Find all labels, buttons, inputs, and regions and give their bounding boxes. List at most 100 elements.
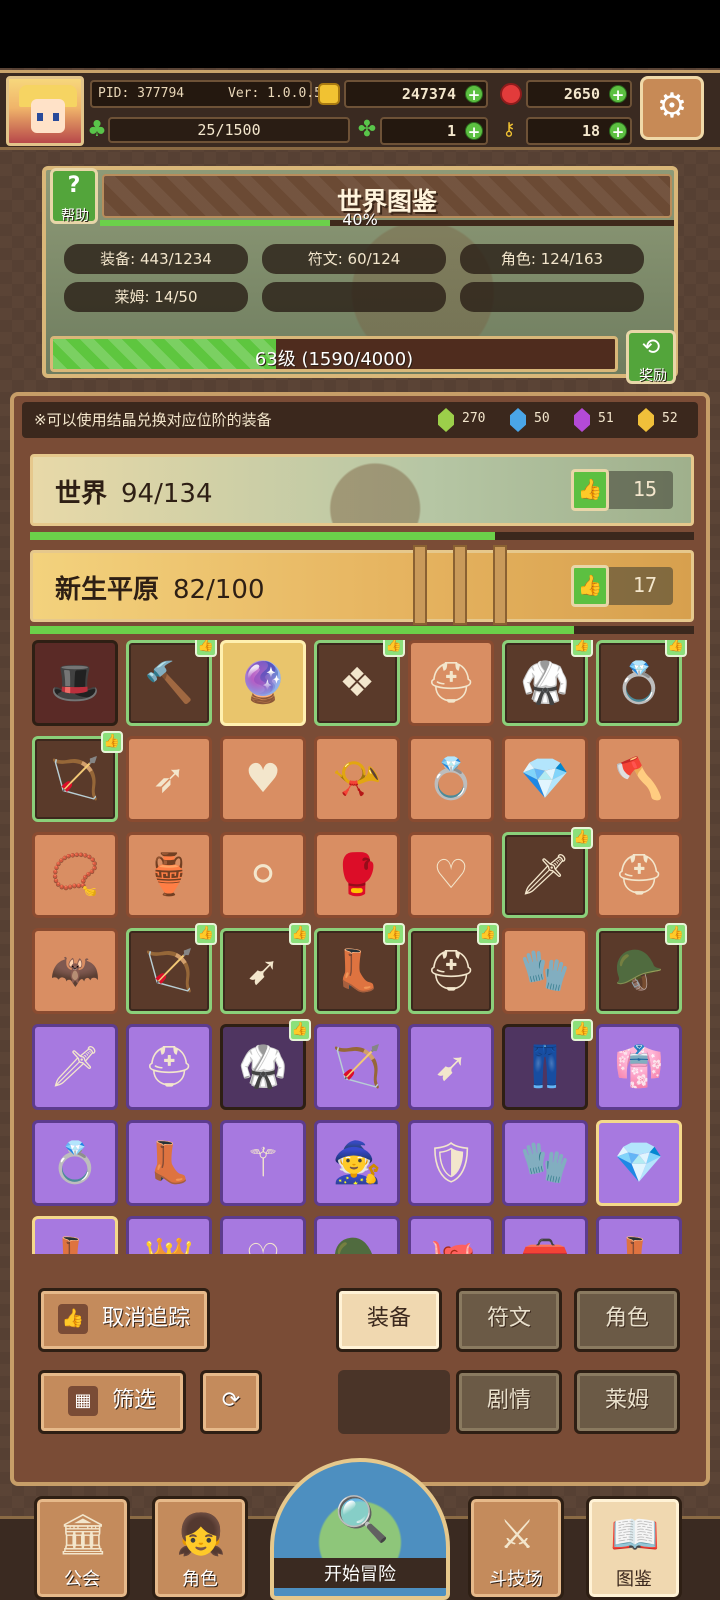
guild-hall-icon: 🏛 bbox=[57, 1512, 109, 1558]
equipment-slot[interactable]: 👘 bbox=[596, 1024, 682, 1110]
equipment-slot[interactable]: 💎 bbox=[596, 1120, 682, 1206]
stat-lime: 莱姆: 14/50 bbox=[64, 282, 248, 312]
equipment-slot[interactable]: ⛑ 👍 bbox=[408, 923, 499, 1014]
equipment-slot[interactable]: 🥋 👍 bbox=[220, 1019, 311, 1110]
region-plain-progress-fill bbox=[30, 626, 575, 634]
region-new-plains[interactable]: 新生平原 82/100 👍 17 bbox=[30, 545, 694, 625]
player-avatar[interactable] bbox=[6, 76, 84, 146]
equipment-slot[interactable]: 🧤 bbox=[502, 928, 588, 1014]
equipment-slot[interactable]: 🏹 👍 bbox=[126, 923, 217, 1014]
equipment-slot[interactable]: ♡ bbox=[220, 1216, 306, 1254]
equipment-slot[interactable]: 👖 👍 bbox=[502, 1019, 593, 1110]
question-icon: ? bbox=[67, 173, 81, 198]
region-plain-name: 新生平原 82/100 bbox=[55, 575, 265, 605]
tab-equipment[interactable]: 装备 bbox=[336, 1288, 442, 1352]
gold-crystal-icon bbox=[638, 408, 654, 432]
equipment-slot[interactable]: 🧙 bbox=[314, 1120, 400, 1206]
equipment-slot[interactable]: 💍 👍 bbox=[596, 640, 687, 726]
equipment-slot[interactable]: 🦇 bbox=[32, 928, 118, 1014]
clover-amount: 1 bbox=[446, 122, 456, 140]
stamina-bar: 25/1500 bbox=[108, 117, 350, 143]
equipment-slot[interactable]: ♥ bbox=[220, 736, 306, 822]
untrack-button[interactable]: 👍 取消追踪 bbox=[38, 1288, 210, 1352]
equipment-slot[interactable]: ➹ 👍 bbox=[220, 923, 311, 1014]
equipment-slot[interactable]: 🥊 bbox=[314, 832, 400, 918]
equipment-slot[interactable]: ⚚ bbox=[220, 1120, 306, 1206]
nav-arena[interactable]: ⚔ 斗技场 bbox=[468, 1496, 564, 1600]
equipment-slot[interactable]: 🏺 bbox=[126, 832, 212, 918]
tab-lime[interactable]: 莱姆 bbox=[574, 1370, 680, 1434]
equipment-slot[interactable]: 🔨 👍 bbox=[126, 640, 217, 726]
equipment-slot[interactable]: 🪖 bbox=[314, 1216, 400, 1254]
equipment-slot[interactable]: 👢 👍 bbox=[314, 923, 405, 1014]
tab-story[interactable]: 剧情 bbox=[456, 1370, 562, 1434]
equipment-slot[interactable]: 👢 bbox=[32, 1216, 118, 1254]
equipment-slot[interactable]: 🥋 👍 bbox=[502, 640, 593, 726]
crown-icon: 👑 bbox=[129, 1219, 209, 1254]
avatar-eye bbox=[37, 113, 43, 121]
book-icon: 📖 bbox=[610, 1512, 660, 1558]
gold-counter: 247374 + bbox=[344, 80, 488, 108]
refresh-button[interactable]: ⟳ bbox=[200, 1370, 262, 1434]
nav-codex[interactable]: 📖 图鉴 bbox=[586, 1496, 682, 1600]
equipment-slot[interactable]: 🎩 bbox=[32, 640, 118, 726]
add-gems-button[interactable]: + bbox=[609, 85, 627, 104]
red-hood-icon: ⛑ bbox=[613, 852, 665, 898]
collection-level-bar: 63级 (1590/4000) bbox=[50, 336, 618, 372]
equipment-slot[interactable]: ⛑ bbox=[408, 640, 494, 726]
equipment-slot[interactable]: 🔮 bbox=[220, 640, 306, 726]
clover-icon: ✤ bbox=[357, 117, 377, 142]
equipment-slot[interactable]: 📿 bbox=[32, 832, 118, 918]
grid-icon: ▦ bbox=[67, 1386, 98, 1416]
equipment-slot[interactable]: ♡ bbox=[408, 832, 494, 918]
equipment-grid-viewport[interactable]: 🎩 🔨 👍 🔮 ❖ 👍 ⛑ 🥋 👍 💍 👍 🏹 👍 ➶ ♥ 📯 💍 💎 🪓 📿 🏺 ⚪ 🥊 ♡ 🗡 👍 ⛑ 🦇 🏹 👍 ➹ 👍 👢 👍 ⛑ 👍 🧤 🪖 👍 🗡… bbox=[30, 640, 694, 1254]
region-world[interactable]: 世界 94/134 👍 15 bbox=[30, 454, 694, 526]
nav-guild[interactable]: 🏛 公会 bbox=[34, 1496, 130, 1600]
equipment-slot[interactable]: 🐙 bbox=[408, 1216, 494, 1254]
equipment-slot[interactable]: ⛑ bbox=[126, 1024, 212, 1110]
bracer-icon: 🧤 bbox=[520, 1140, 570, 1186]
equipment-slot[interactable]: 🗡 👍 bbox=[502, 827, 593, 918]
equipment-slot[interactable]: 🏹 👍 bbox=[32, 731, 123, 822]
add-clover-button[interactable]: + bbox=[465, 122, 483, 141]
equipment-slot[interactable]: 🗡 bbox=[32, 1024, 118, 1110]
equipment-slot[interactable]: 🏹 bbox=[314, 1024, 400, 1110]
equipment-codex-panel: ※可以使用结晶兑换对应位阶的装备 270 50 51 52 世界 94/134 👍… bbox=[10, 392, 710, 1486]
filter-button[interactable]: ▦ 筛选 bbox=[38, 1370, 186, 1434]
equipment-slot[interactable]: 🧰 bbox=[502, 1216, 588, 1254]
settings-button[interactable]: ⚙ bbox=[640, 76, 704, 140]
equipment-slot[interactable]: 🛡 bbox=[408, 1120, 494, 1206]
equipment-slot[interactable]: 👑 bbox=[126, 1216, 212, 1254]
equipment-slot[interactable]: ⚪ bbox=[220, 832, 306, 918]
equipment-slot[interactable]: 🪓 bbox=[596, 736, 682, 822]
tracked-thumbs-icon: 👍 bbox=[289, 1019, 311, 1041]
equipment-slot[interactable]: 👢 bbox=[596, 1216, 682, 1254]
orb-icon: 🔮 bbox=[238, 660, 288, 706]
equipment-slot[interactable]: ⛑ bbox=[596, 832, 682, 918]
equipment-slot[interactable]: ➶ bbox=[126, 736, 212, 822]
equipment-slot[interactable]: 💍 bbox=[408, 736, 494, 822]
stat-empty bbox=[262, 282, 446, 312]
add-keys-button[interactable]: + bbox=[609, 122, 627, 141]
equipment-slot[interactable]: ➹ bbox=[408, 1024, 494, 1110]
equipment-slot[interactable]: 👢 bbox=[126, 1120, 212, 1206]
equipment-slot[interactable]: 📯 bbox=[314, 736, 400, 822]
equipment-slot[interactable]: 💍 bbox=[32, 1120, 118, 1206]
tab-runes[interactable]: 符文 bbox=[456, 1288, 562, 1352]
gold-amount: 247374 bbox=[401, 85, 456, 103]
boots-icon: 👢 bbox=[35, 1219, 115, 1254]
boots-icon: 👢 bbox=[144, 1140, 194, 1186]
add-gold-button[interactable]: + bbox=[465, 85, 483, 104]
reward-button[interactable]: ⟲ 奖励 bbox=[626, 330, 676, 384]
tab-characters[interactable]: 角色 bbox=[574, 1288, 680, 1352]
nav-adventure-label: 开始冒险 bbox=[274, 1558, 446, 1588]
nav-character[interactable]: 👧 角色 bbox=[152, 1496, 248, 1600]
thumbs-up-icon: 👍 bbox=[571, 565, 609, 607]
equipment-slot[interactable]: 🪖 👍 bbox=[596, 923, 687, 1014]
shoulder-armor-icon: 🛡 bbox=[425, 1140, 477, 1186]
stat-runes: 符文: 60/124 bbox=[262, 244, 446, 274]
equipment-slot[interactable]: 🧤 bbox=[502, 1120, 588, 1206]
heart-necklace-icon: ♡ bbox=[433, 852, 469, 898]
equipment-slot[interactable]: 💎 bbox=[502, 736, 588, 822]
equipment-slot[interactable]: ❖ 👍 bbox=[314, 640, 405, 726]
